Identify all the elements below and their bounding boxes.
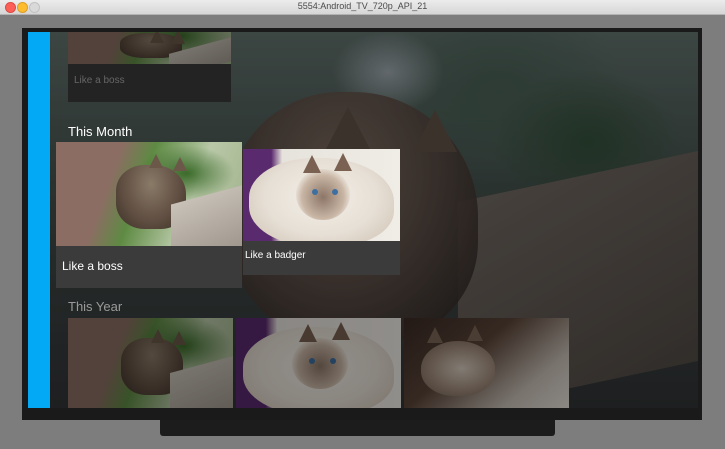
card-image: [236, 318, 401, 408]
card-this-year-2[interactable]: [236, 318, 401, 408]
card-image: [56, 142, 242, 246]
tv-stand: [160, 420, 555, 436]
card-title: Like a boss: [74, 75, 125, 86]
card-this-year-1[interactable]: [68, 318, 233, 408]
card-title: Like a boss: [62, 259, 123, 273]
tv-screen: Like a boss This Month Like a boss Like …: [28, 32, 698, 408]
card-image: [243, 149, 400, 241]
card-this-month-like-a-boss[interactable]: Like a boss: [56, 142, 242, 288]
card-top-like-a-boss[interactable]: Like a boss: [68, 32, 231, 102]
row-header-this-year: This Year: [68, 299, 123, 314]
card-image: [404, 318, 569, 408]
card-image: [68, 318, 233, 408]
headers-sidebar-strip[interactable]: [28, 32, 50, 408]
card-this-year-3[interactable]: [404, 318, 569, 408]
card-title: Like a badger: [245, 250, 306, 261]
card-this-month-like-a-badger[interactable]: Like a badger: [243, 149, 400, 275]
window-titlebar: 5554:Android_TV_720p_API_21: [0, 0, 725, 15]
window-title: 5554:Android_TV_720p_API_21: [297, 1, 428, 11]
row-header-this-month: This Month: [68, 124, 133, 139]
card-image: [68, 32, 231, 64]
